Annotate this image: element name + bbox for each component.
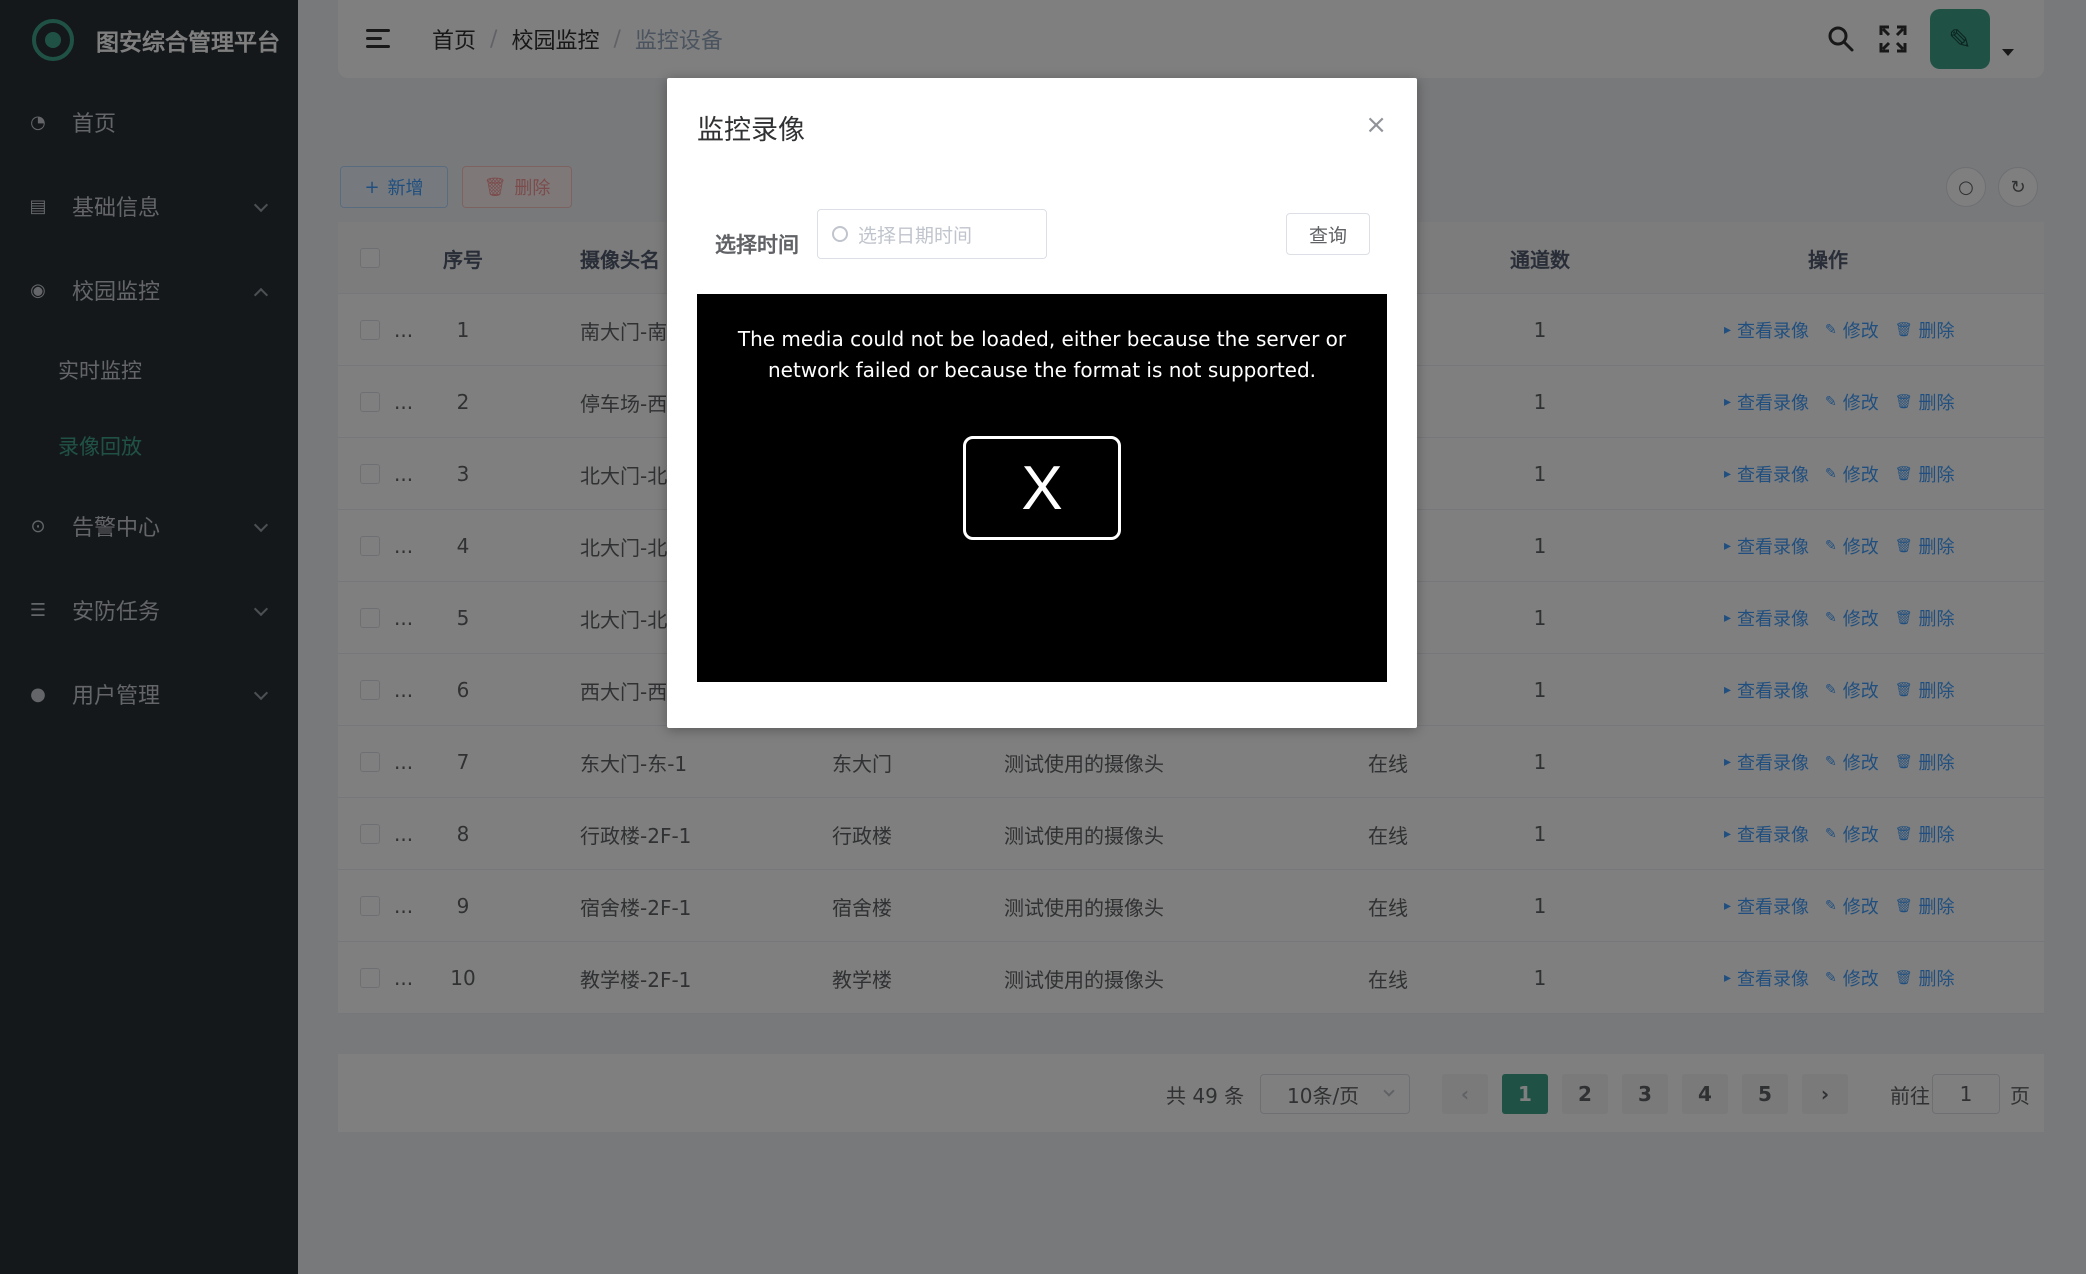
dialog-title: 监控录像 — [697, 115, 805, 146]
video-player[interactable]: The media could not be loaded, either be… — [697, 294, 1387, 682]
close-icon[interactable]: × — [1365, 112, 1387, 138]
video-error-message: The media could not be loaded, either be… — [737, 327, 1347, 382]
datetime-picker[interactable]: 选择日期时间 — [817, 209, 1047, 259]
playback-dialog: 监控录像 × 选择时间 选择日期时间 查询 The media could no… — [667, 78, 1417, 728]
clock-icon — [832, 226, 848, 242]
time-label: 选择时间 — [715, 233, 799, 257]
datetime-placeholder: 选择日期时间 — [858, 224, 973, 247]
query-button[interactable]: 查询 — [1286, 213, 1370, 255]
video-error-icon: X — [963, 436, 1121, 540]
